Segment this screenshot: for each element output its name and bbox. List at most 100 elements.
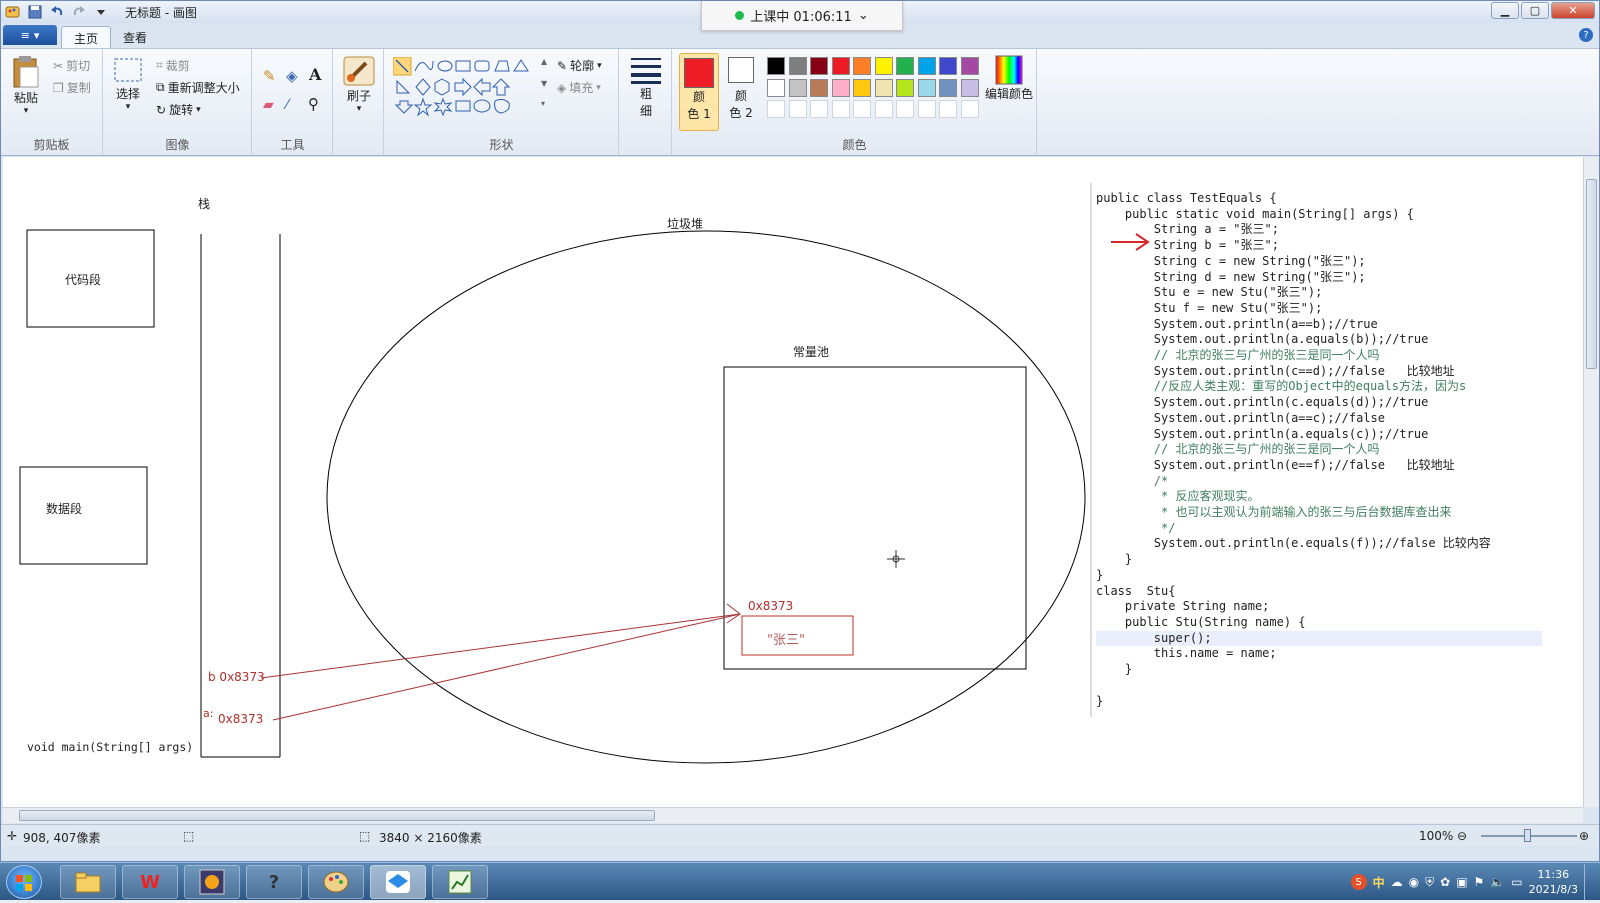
palette-swatch[interactable] <box>831 100 850 118</box>
palette-swatch[interactable] <box>853 78 871 97</box>
select-button[interactable]: 选择 ▾ <box>110 57 146 112</box>
resize-button[interactable]: ⧉ 重新调整大小 <box>156 79 240 96</box>
tab-view[interactable]: 查看 <box>111 26 159 48</box>
fill-button[interactable]: ◈ 填充 ▾ <box>557 79 601 96</box>
cut-button[interactable]: ✂ 剪切 <box>53 57 90 74</box>
rotate-button[interactable]: ↻ 旋转 ▾ <box>156 101 201 118</box>
outline-button[interactable]: ✎ 轮廓 ▾ <box>557 57 602 74</box>
palette-swatch[interactable] <box>874 78 893 97</box>
horizontal-scrollbar[interactable] <box>3 807 1583 823</box>
start-button[interactable] <box>6 865 42 899</box>
palette-swatch[interactable] <box>917 100 936 118</box>
palette-swatch[interactable] <box>874 57 893 75</box>
zoom-out-icon[interactable]: ⊖ <box>1457 829 1467 843</box>
close-button[interactable]: ✕ <box>1551 2 1595 19</box>
palette-swatch[interactable] <box>810 78 828 97</box>
pencil-icon[interactable]: ✎ <box>263 67 276 85</box>
palette-swatch[interactable] <box>939 100 957 118</box>
edit-colors-button[interactable]: 编辑颜色 <box>985 55 1033 102</box>
palette-swatch[interactable] <box>896 78 914 97</box>
clipboard-icon <box>13 56 39 88</box>
maximize-button[interactable]: ▢ <box>1521 2 1549 19</box>
palette-swatch[interactable] <box>896 100 914 118</box>
sogou-ime-icon[interactable]: S <box>1350 874 1367 890</box>
undo-icon[interactable] <box>49 4 65 20</box>
save-icon[interactable] <box>27 4 43 20</box>
copy-button[interactable]: ❐ 复制 <box>53 79 91 96</box>
palette-swatch[interactable] <box>960 78 979 97</box>
taskbar-help[interactable]: ? <box>246 865 302 899</box>
taskbar-chart-app[interactable] <box>432 865 488 899</box>
vertical-scrollbar[interactable] <box>1583 157 1599 807</box>
palette-swatch[interactable] <box>939 78 957 97</box>
palette-swatch[interactable] <box>896 57 914 75</box>
taskbar-wps[interactable]: W <box>122 865 178 899</box>
eraser-icon[interactable]: ▰ <box>263 97 274 113</box>
tray-icon-flag[interactable]: ⚑ <box>1474 875 1485 889</box>
palette-swatch[interactable] <box>810 57 828 75</box>
brushes-button[interactable]: 刷子 ▾ <box>340 55 378 114</box>
tray-icon-cloud[interactable]: ☁ <box>1391 875 1403 889</box>
brush-icon <box>343 56 375 86</box>
text-tool-icon[interactable]: A <box>309 65 321 84</box>
volume-icon[interactable]: 🔈 <box>1490 875 1505 889</box>
palette-swatch[interactable] <box>960 57 979 75</box>
minimize-button[interactable]: ▁ <box>1491 2 1519 19</box>
size-button[interactable]: 粗 细 <box>628 55 664 119</box>
chevron-down-icon[interactable]: ⌄ <box>858 8 869 23</box>
taskbar-javaee[interactable] <box>184 865 240 899</box>
taskbar-classroom[interactable] <box>370 865 426 899</box>
tray-icon-monitor[interactable]: ▭ <box>1511 875 1522 889</box>
app-menu-button[interactable]: ≡ ▾ <box>3 25 57 45</box>
magnifier-icon[interactable]: ⚲ <box>308 95 319 113</box>
palette-swatch[interactable] <box>853 57 871 75</box>
palette-swatch[interactable] <box>788 57 807 75</box>
taskbar-explorer[interactable] <box>60 865 116 899</box>
color2-button[interactable]: 颜 色 2 <box>723 57 759 121</box>
palette-swatch[interactable] <box>831 78 850 97</box>
shapes-scroll-down-icon[interactable]: ▼ <box>541 79 547 88</box>
help-icon[interactable]: ? <box>1579 28 1593 42</box>
image-group: 选择 ▾ ⌗ 裁剪 ⧉ 重新调整大小 ↻ 旋转 ▾ 图像 <box>104 49 252 155</box>
code-line: } <box>1096 693 1104 708</box>
palette-swatch[interactable] <box>831 57 850 75</box>
redo-icon[interactable] <box>71 4 87 20</box>
palette-swatch[interactable] <box>917 78 936 97</box>
paste-button[interactable]: 粘贴 ▾ <box>9 55 43 116</box>
taskbar-paint-app[interactable] <box>308 865 364 899</box>
shapes-scroll-up-icon[interactable]: ▲ <box>541 57 547 66</box>
palette-swatch[interactable] <box>767 57 785 75</box>
tray-icon-settings[interactable]: ✿ <box>1440 875 1450 889</box>
tray-icon-shield[interactable]: ⛨ <box>1425 875 1434 890</box>
paint-app-icon[interactable] <box>5 4 21 20</box>
palette-swatch[interactable] <box>939 57 957 75</box>
palette-swatch[interactable] <box>788 78 807 97</box>
stack-label: 栈 <box>198 197 211 211</box>
tray-icon-app[interactable]: ▣ <box>1456 875 1467 889</box>
drawing-canvas[interactable]: 栈 代码段 数据段 垃圾堆 常量池 0x8373 "张三" b 0x8373 a… <box>3 157 1583 807</box>
palette-swatch[interactable] <box>767 78 785 97</box>
zoom-slider-thumb[interactable] <box>1524 829 1531 842</box>
palette-swatch[interactable] <box>853 100 871 118</box>
clock[interactable]: 11:36 2021/8/3 <box>1529 867 1578 897</box>
color-picker-icon[interactable]: ⁄ <box>286 97 288 113</box>
palette-swatch[interactable] <box>917 57 936 75</box>
tab-home[interactable]: 主页 <box>61 26 112 48</box>
fill-bucket-icon[interactable]: ◈ <box>286 67 298 85</box>
shapes-more-icon[interactable]: ▾ <box>541 99 545 108</box>
customize-qa-icon[interactable] <box>93 4 109 20</box>
palette-swatch[interactable] <box>810 100 828 118</box>
palette-swatch[interactable] <box>788 100 807 118</box>
zoom-in-icon[interactable]: ⊕ <box>1579 829 1589 843</box>
vertical-scroll-thumb[interactable] <box>1586 179 1597 369</box>
palette-swatch[interactable] <box>960 100 979 118</box>
shapes-gallery[interactable] <box>393 57 545 117</box>
show-desktop-button[interactable] <box>1584 864 1596 900</box>
horizontal-scroll-thumb[interactable] <box>19 810 655 821</box>
palette-swatch[interactable] <box>767 100 785 118</box>
crop-button[interactable]: ⌗ 裁剪 <box>156 57 190 74</box>
tray-icon-network[interactable]: ◉ <box>1409 875 1419 889</box>
palette-swatch[interactable] <box>874 100 893 118</box>
ime-mode[interactable]: 中 <box>1373 874 1385 891</box>
color1-button[interactable]: 颜 色 1 <box>679 53 719 131</box>
